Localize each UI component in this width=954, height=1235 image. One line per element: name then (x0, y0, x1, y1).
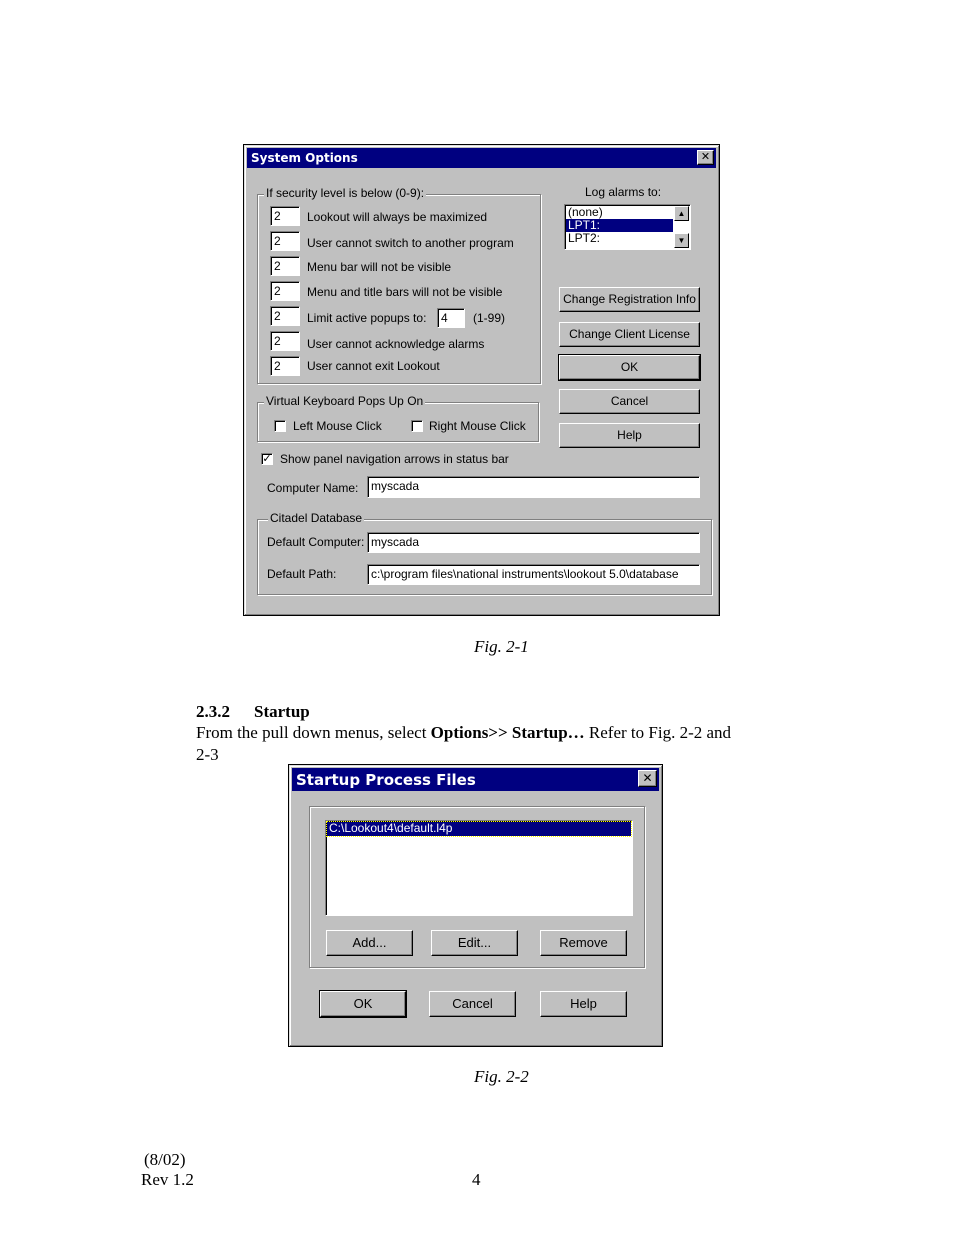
startup-title: Startup Process Files (296, 771, 476, 789)
startup-help-button[interactable]: Help (540, 991, 627, 1017)
security-level-input-acknowledge[interactable]: 2 (270, 331, 300, 351)
footer-date: (8/02) (144, 1150, 186, 1169)
log-alarms-option-lpt2[interactable]: LPT2: (566, 232, 689, 245)
show-nav-arrows-label: Show panel navigation arrows in status b… (280, 452, 509, 466)
security-level-input-maximized[interactable]: 2 (270, 206, 300, 226)
right-mouse-click-checkbox[interactable] (411, 420, 423, 432)
section-text-after: Refer to Fig. 2-2 and (584, 723, 732, 742)
section-paragraph-line2: 2-3 (196, 745, 219, 764)
log-alarms-label: Log alarms to: (585, 185, 662, 199)
add-button[interactable]: Add... (326, 930, 413, 956)
close-icon[interactable]: ✕ (697, 150, 714, 165)
popups-range-label: (1-99) (473, 311, 506, 325)
security-label-titlebars: Menu and title bars will not be visible (307, 285, 503, 299)
log-alarms-listbox[interactable]: (none) LPT1: LPT2: ▲ ▼ (564, 204, 691, 250)
startup-process-files-dialog: Startup Process Files ✕ C:\Lookout4\defa… (288, 764, 663, 1047)
startup-cancel-button[interactable]: Cancel (429, 991, 516, 1017)
scroll-up-icon[interactable]: ▲ (674, 206, 689, 221)
security-label-acknowledge: User cannot acknowledge alarms (307, 337, 485, 351)
section-text-before: From the pull down menus, select (196, 723, 431, 742)
section-paragraph-line1: From the pull down menus, select Options… (196, 723, 731, 743)
section-number: 2.3.2 (196, 702, 230, 721)
security-level-input-popups[interactable]: 2 (270, 306, 300, 326)
close-icon[interactable]: ✕ (638, 770, 657, 787)
security-label-switch: User cannot switch to another program (307, 236, 514, 250)
figure-caption-1: Fig. 2-1 (474, 637, 529, 656)
scroll-down-icon[interactable]: ▼ (674, 233, 689, 248)
computer-name-input[interactable]: myscada (367, 476, 700, 498)
section-heading: 2.3.2 Startup (196, 702, 310, 722)
cancel-button[interactable]: Cancel (559, 389, 700, 414)
security-level-input-titlebars[interactable]: 2 (270, 281, 300, 301)
remove-button[interactable]: Remove (540, 930, 627, 956)
system-options-title: System Options (251, 151, 358, 165)
left-mouse-click-checkbox[interactable] (274, 420, 286, 432)
default-computer-label: Default Computer: (267, 535, 365, 549)
ok-button[interactable]: OK (558, 354, 701, 381)
computer-name-label: Computer Name: (267, 481, 359, 495)
security-level-input-switch[interactable]: 2 (270, 231, 300, 251)
startup-files-listbox[interactable]: C:\Lookout4\default.l4p (325, 820, 633, 916)
show-nav-arrows-checkbox[interactable]: ✓ (261, 453, 273, 465)
security-level-input-menubar[interactable]: 2 (270, 256, 300, 276)
default-path-label: Default Path: (267, 567, 337, 581)
system-options-dialog: System Options ✕ If security level is be… (243, 144, 720, 616)
startup-titlebar: Startup Process Files ✕ (292, 768, 659, 791)
section-menu-path: Options>> Startup… (430, 723, 585, 742)
security-label-maximized: Lookout will always be maximized (307, 210, 488, 224)
figure-caption-2: Fig. 2-2 (474, 1067, 529, 1086)
right-mouse-click-label: Right Mouse Click (429, 419, 526, 433)
edit-button[interactable]: Edit... (431, 930, 518, 956)
default-computer-input[interactable]: myscada (367, 532, 700, 553)
security-level-input-exit[interactable]: 2 (270, 356, 300, 376)
change-client-license-button[interactable]: Change Client License (559, 322, 700, 347)
security-level-group-label: If security level is below (0-9): (264, 186, 427, 200)
startup-ok-button[interactable]: OK (319, 990, 407, 1018)
change-registration-info-button[interactable]: Change Registration Info (559, 287, 700, 312)
help-button[interactable]: Help (559, 423, 700, 448)
citadel-database-group-label: Citadel Database (268, 511, 365, 525)
security-label-menubar: Menu bar will not be visible (307, 260, 452, 274)
security-label-exit: User cannot exit Lookout (307, 359, 440, 373)
popups-limit-input[interactable]: 4 (437, 308, 465, 328)
virtual-keyboard-group-label: Virtual Keyboard Pops Up On (264, 394, 426, 408)
section-title: Startup (254, 702, 310, 721)
startup-file-item[interactable]: C:\Lookout4\default.l4p (326, 821, 632, 837)
page-number: 4 (472, 1170, 481, 1189)
system-options-titlebar: System Options ✕ (247, 148, 716, 168)
footer-revision: Rev 1.2 (141, 1170, 194, 1189)
default-path-input[interactable]: c:\program files\national instruments\lo… (367, 564, 700, 585)
left-mouse-click-label: Left Mouse Click (293, 419, 382, 433)
security-label-popups: Limit active popups to: (307, 311, 427, 325)
check-icon: ✓ (262, 452, 272, 465)
